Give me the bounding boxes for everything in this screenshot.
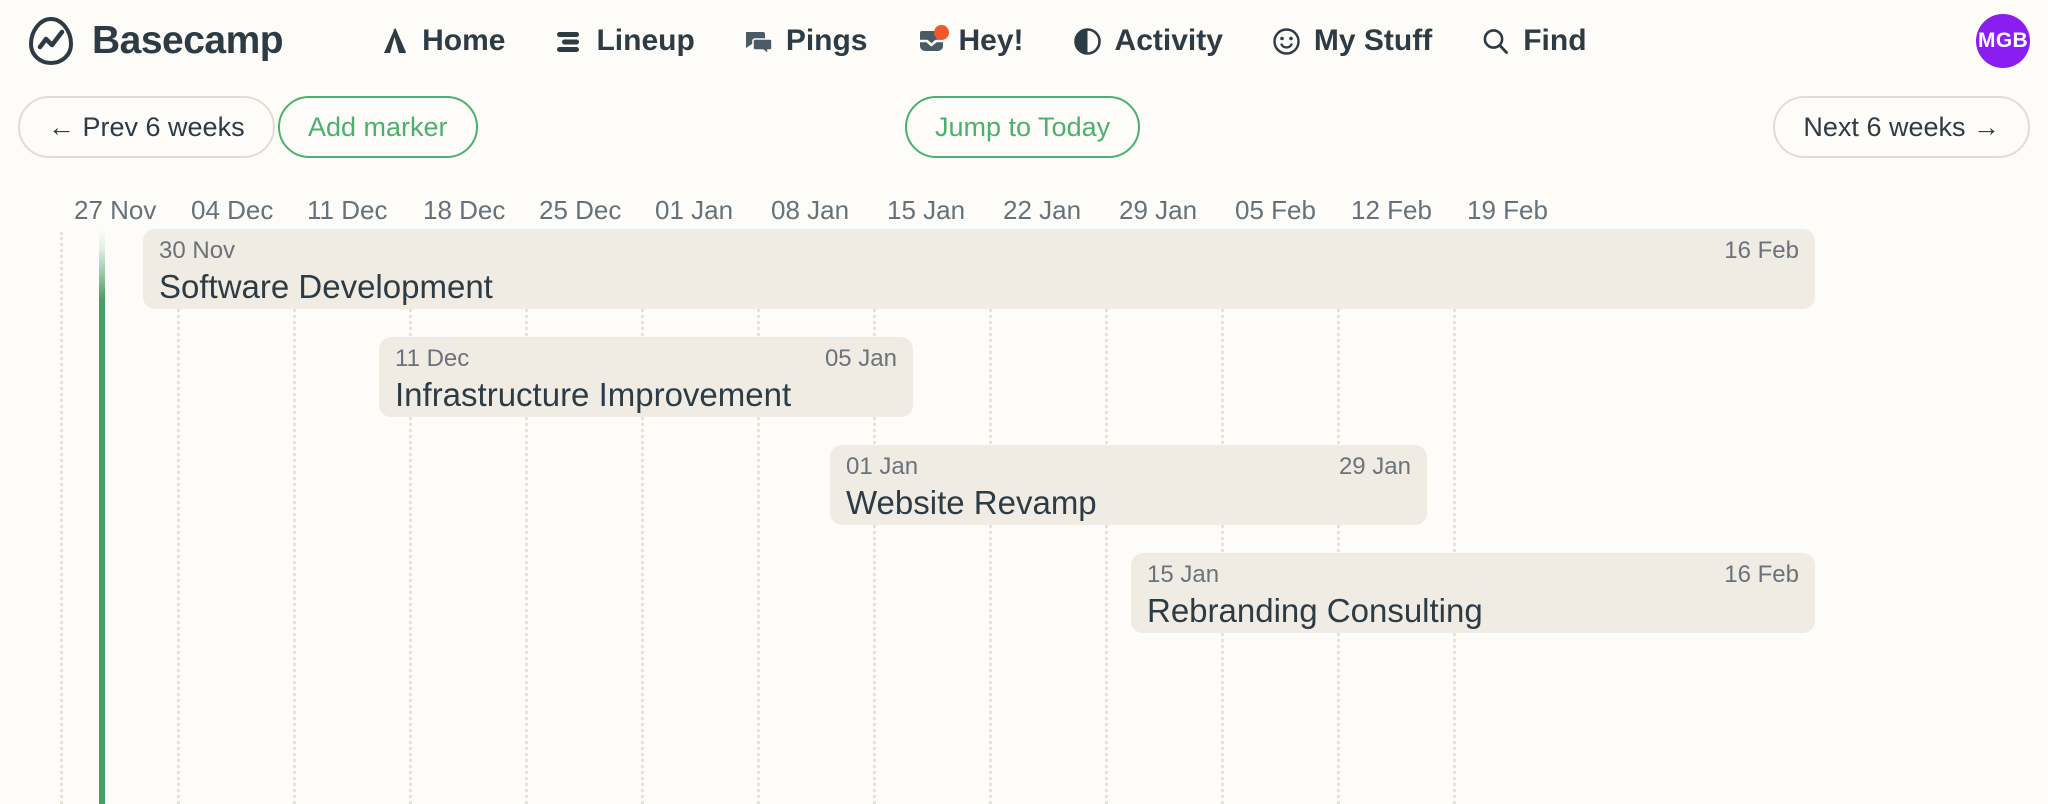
nav-item-find-label: Find xyxy=(1523,24,1587,57)
hey-notification-badge xyxy=(933,24,949,40)
nav-item-lineup-label: Lineup xyxy=(596,24,695,57)
nav-item-hey-label: Hey! xyxy=(958,24,1024,57)
brand-home-link[interactable]: Basecamp xyxy=(24,14,284,68)
lineup-timeline-page: Basecamp Home Lineup Pings Hey! Activity… xyxy=(0,0,2048,804)
lineup-bars-icon xyxy=(552,25,585,58)
nav-item-home-label: Home xyxy=(422,24,506,57)
nav-item-pings-label: Pings xyxy=(785,24,868,57)
next-6-weeks-button[interactable]: Next 6 weeks → xyxy=(1773,96,2030,158)
nav-item-hey[interactable]: Hey! xyxy=(915,24,1024,58)
gantt-timeline: 27 Nov04 Dec11 Dec18 Dec25 Dec01 Jan 202… xyxy=(0,172,2048,804)
week-gridline xyxy=(293,232,296,804)
gantt-bar-end-date: 29 Jan xyxy=(1338,453,1411,480)
week-axis-label: 19 Feb xyxy=(1467,195,1548,225)
top-navigation-bar: Basecamp Home Lineup Pings Hey! Activity… xyxy=(0,0,2048,82)
add-marker-button[interactable]: Add marker xyxy=(278,96,478,158)
basecamp-egg-logo-icon xyxy=(24,14,78,68)
my-stuff-smiley-icon xyxy=(1270,25,1303,58)
timeline-toolbar: ← Prev 6 weeks Add marker Jump to Today … xyxy=(0,82,2048,172)
user-avatar[interactable]: MGB xyxy=(1976,14,2030,68)
gantt-bar-end-date: 16 Feb xyxy=(1724,237,1799,264)
week-gridline xyxy=(60,232,63,804)
gantt-bar-title: Software Development xyxy=(159,268,493,305)
gantt-bar[interactable]: 01 Jan 29 Jan Website Revamp xyxy=(830,445,1427,525)
week-gridline xyxy=(1453,232,1456,804)
week-gridline xyxy=(641,232,644,804)
gantt-bar-dates: 30 Nov 16 Feb xyxy=(159,238,1799,264)
jump-to-today-button[interactable]: Jump to Today xyxy=(905,96,1141,158)
prev-6-weeks-button[interactable]: ← Prev 6 weeks xyxy=(18,96,275,158)
gantt-bar-dates: 11 Dec 05 Jan xyxy=(395,346,897,372)
gantt-bar[interactable]: 15 Jan 16 Feb Rebranding Consulting xyxy=(1131,553,1815,633)
primary-nav-items: Home Lineup Pings Hey! Activity My Stuff… xyxy=(378,24,1587,58)
nav-item-lineup[interactable]: Lineup xyxy=(552,24,695,58)
gantt-bar-end-date: 16 Feb xyxy=(1724,561,1799,588)
nav-item-pings[interactable]: Pings xyxy=(742,24,868,58)
gantt-bar-start-date: 11 Dec xyxy=(395,345,470,372)
gantt-bar-dates: 01 Jan 29 Jan xyxy=(846,454,1411,480)
nav-item-find[interactable]: Find xyxy=(1479,24,1587,58)
brand-name-label: Basecamp xyxy=(92,19,284,62)
gantt-bar-title: Infrastructure Improvement xyxy=(395,376,792,413)
week-gridline xyxy=(525,232,528,804)
nav-item-activity-label: Activity xyxy=(1114,24,1223,57)
nav-item-my-stuff[interactable]: My Stuff xyxy=(1270,24,1432,58)
nav-item-activity[interactable]: Activity xyxy=(1071,24,1223,58)
pings-chat-bubbles-icon xyxy=(742,25,775,58)
gantt-bar-title: Rebranding Consulting xyxy=(1147,592,1483,629)
hey-inbox-tray-icon xyxy=(915,24,949,58)
activity-pie-chart-icon xyxy=(1071,25,1104,58)
gantt-bar-end-date: 05 Jan xyxy=(824,345,897,372)
gantt-bar-start-date: 01 Jan xyxy=(846,453,919,480)
nav-item-home[interactable]: Home xyxy=(378,24,505,58)
gantt-bar-title: Website Revamp xyxy=(846,484,1097,521)
gantt-bar-start-date: 15 Jan xyxy=(1147,561,1220,588)
find-magnifier-icon xyxy=(1479,25,1512,58)
gantt-bar[interactable]: 11 Dec 05 Jan Infrastructure Improvement xyxy=(379,337,913,417)
gantt-bar-start-date: 30 Nov xyxy=(159,237,236,264)
gantt-bar[interactable]: 30 Nov 16 Feb Software Development xyxy=(143,229,1815,309)
week-gridline xyxy=(409,232,412,804)
gantt-bar-dates: 15 Jan 16 Feb xyxy=(1147,562,1799,588)
today-marker-line xyxy=(99,230,105,804)
week-gridline xyxy=(757,232,760,804)
avatar-initials: MGB xyxy=(1978,29,2028,52)
nav-item-my-stuff-label: My Stuff xyxy=(1313,24,1433,57)
home-tent-icon xyxy=(378,25,411,58)
week-gridline xyxy=(177,232,180,804)
